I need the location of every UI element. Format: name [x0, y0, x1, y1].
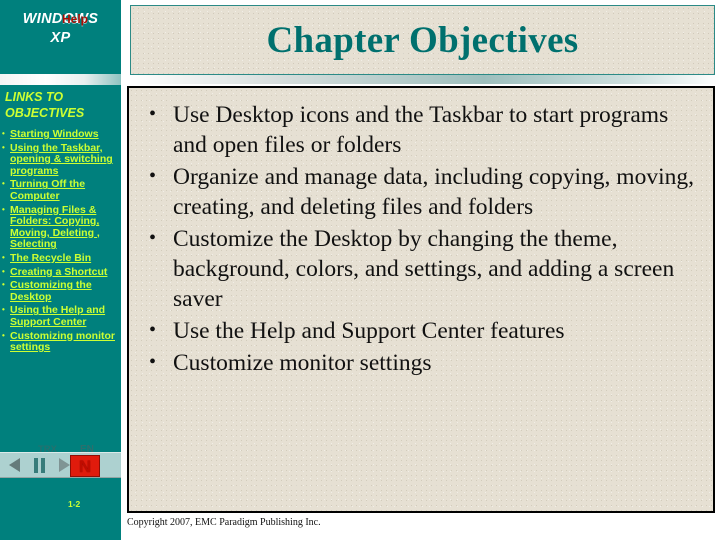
- list-item[interactable]: Managing Files & Folders: Copying, Movin…: [2, 204, 121, 251]
- slide-canvas: WINDOWS XP LINKS TO OBJECTIVES Starting …: [0, 0, 720, 540]
- list-item[interactable]: Starting Windows: [2, 128, 121, 141]
- sidebar-divider: [0, 74, 121, 85]
- list-item: Customize the Desktop by changing the th…: [141, 223, 703, 314]
- brand-line-1: WINDOWS: [22, 11, 99, 27]
- sidebar-link-help-support-center[interactable]: Using the Help and Support Center: [10, 304, 105, 328]
- sidebar-link-turning-off-computer[interactable]: Turning Off the Computer: [10, 178, 85, 202]
- content-panel: Use Desktop icons and the Taskbar to sta…: [127, 86, 715, 513]
- playback-control-bar[interactable]: N: [0, 452, 121, 478]
- sidebar-link-using-taskbar[interactable]: Using the Taskbar, opening & switching p…: [10, 142, 113, 177]
- pause-icon: [33, 457, 45, 473]
- brand-title: WINDOWS XP: [0, 10, 121, 48]
- sidebar-link-creating-shortcut[interactable]: Creating a Shortcut: [10, 266, 107, 278]
- rewind-triangle-left-icon: [8, 458, 20, 472]
- brand-line-2: XP: [50, 30, 71, 46]
- page-title: Chapter Objectives: [266, 19, 579, 61]
- record-button[interactable]: N: [70, 455, 100, 477]
- list-item[interactable]: Using the Help and Support Center: [2, 304, 121, 328]
- list-item: Use the Help and Support Center features: [141, 315, 703, 346]
- list-item[interactable]: Customizing the Desktop: [2, 279, 121, 303]
- forward-triangle-right-icon: [58, 458, 70, 472]
- list-item[interactable]: Creating a Shortcut: [2, 266, 121, 279]
- list-item: Use Desktop icons and the Taskbar to sta…: [141, 99, 703, 160]
- record-glyph-icon: N: [78, 456, 92, 476]
- sidebar-link-customizing-desktop[interactable]: Customizing the Desktop: [10, 279, 92, 303]
- title-banner: Chapter Objectives: [130, 5, 715, 75]
- links-to-objectives-heading: LINKS TO OBJECTIVES: [5, 90, 85, 120]
- banner-shadow: [130, 75, 720, 84]
- list-item[interactable]: Customizing monitor settings: [2, 329, 121, 354]
- objectives-list: Use Desktop icons and the Taskbar to sta…: [129, 88, 713, 378]
- objective-links-list: Starting Windows Using the Taskbar, open…: [2, 128, 121, 356]
- list-item[interactable]: Turning Off the Computer: [2, 178, 121, 202]
- sidebar-link-starting-windows[interactable]: Starting Windows: [10, 128, 99, 140]
- sidebar-link-managing-files-folders[interactable]: Managing Files & Folders: Copying, Movin…: [10, 204, 100, 251]
- pause-button[interactable]: [28, 455, 50, 475]
- list-item[interactable]: Using the Taskbar, opening & switching p…: [2, 142, 121, 178]
- previous-button[interactable]: [3, 455, 25, 475]
- sidebar-link-customizing-monitor-settings[interactable]: Customizing monitor settings: [10, 330, 115, 354]
- page-marker: 1-2: [68, 499, 81, 509]
- list-item[interactable]: The Recycle Bin: [2, 252, 121, 265]
- sidebar-link-recycle-bin[interactable]: The Recycle Bin: [10, 252, 91, 264]
- list-item: Customize monitor settings: [141, 347, 703, 378]
- list-item: Organize and manage data, including copy…: [141, 161, 703, 222]
- copyright-notice: Copyright 2007, EMC Paradigm Publishing …: [127, 517, 321, 528]
- help-button[interactable]: Help: [62, 13, 88, 25]
